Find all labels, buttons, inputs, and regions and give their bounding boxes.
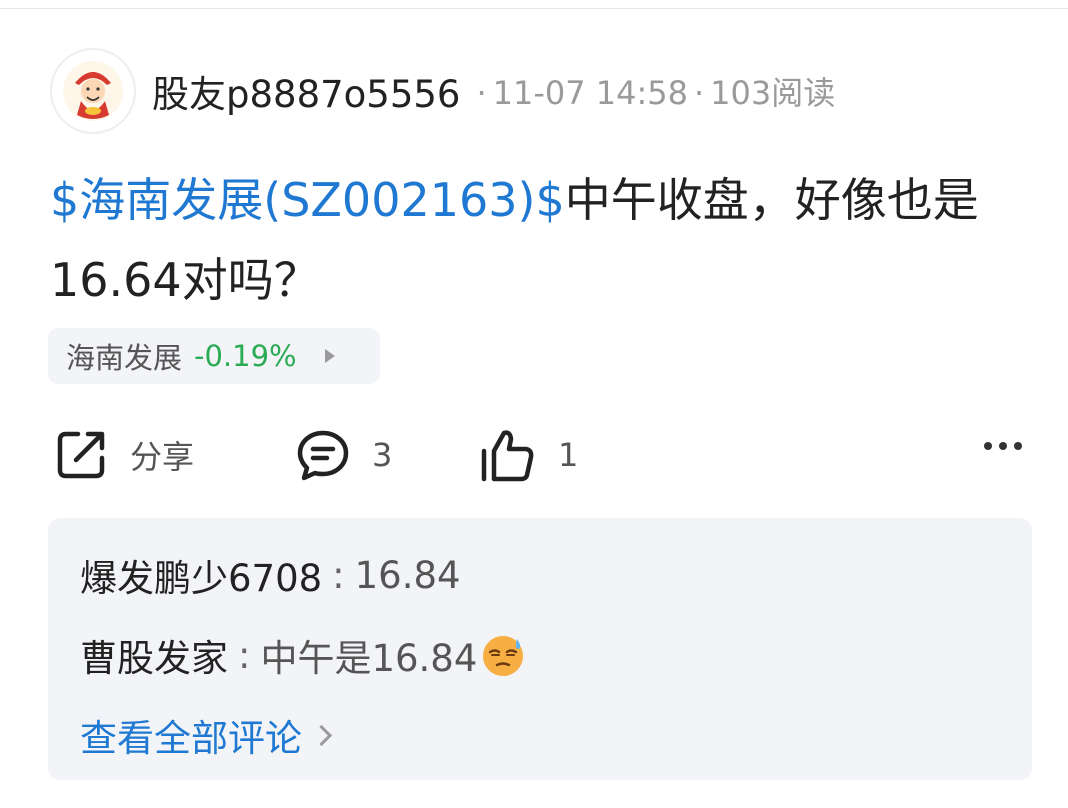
god-of-wealth-avatar-icon bbox=[63, 61, 123, 121]
comments-panel: 爆发鹏少6708:16.84 曹股发家: 中午是16.84 查看全部评论 bbox=[48, 518, 1032, 780]
more-dot-icon bbox=[1014, 442, 1022, 450]
comment-author[interactable]: 曹股发家 bbox=[80, 628, 228, 682]
view-all-comments-label: 查看全部评论 bbox=[80, 717, 302, 760]
share-icon bbox=[57, 431, 105, 479]
share-button[interactable]: 分享 bbox=[54, 420, 194, 490]
comment-text: 16.84 bbox=[354, 553, 461, 597]
post-time: 11-07 14:58 bbox=[492, 74, 688, 112]
top-divider bbox=[0, 0, 1068, 9]
like-count: 1 bbox=[558, 436, 579, 474]
share-label: 分享 bbox=[130, 438, 195, 476]
thumbs-up-icon bbox=[481, 430, 534, 482]
comment-count: 3 bbox=[372, 436, 393, 474]
post-content: $海南发展(SZ002163)$中午收盘，好像也是16.64对吗？ bbox=[50, 160, 1040, 320]
avatar[interactable] bbox=[50, 48, 136, 134]
read-count: 103阅读 bbox=[710, 74, 836, 112]
comment-button[interactable]: 3 bbox=[296, 420, 392, 490]
action-bar: 分享 3 1 bbox=[50, 420, 1040, 490]
comment-item[interactable]: 爆发鹏少6708:16.84 bbox=[80, 548, 461, 602]
play-arrow-icon bbox=[324, 349, 335, 363]
post-header: 股友p8887o5556 · 11-07 14:58 · 103阅读 bbox=[50, 46, 1040, 136]
sweating-emoji-icon bbox=[483, 636, 524, 676]
stock-chip-name: 海南发展 bbox=[66, 341, 183, 375]
author-name[interactable]: 股友p8887o5556 bbox=[152, 64, 460, 118]
more-dot-icon bbox=[999, 442, 1007, 450]
comment-item[interactable]: 曹股发家: 中午是16.84 bbox=[80, 628, 527, 682]
more-options-button[interactable] bbox=[984, 442, 1022, 450]
chevron-right-icon bbox=[310, 724, 333, 746]
like-button[interactable]: 1 bbox=[480, 420, 578, 490]
stock-chip-change: -0.19% bbox=[194, 339, 297, 373]
stock-chip[interactable]: 海南发展 -0.19% bbox=[48, 328, 380, 384]
view-all-comments-link[interactable]: 查看全部评论 bbox=[80, 708, 333, 762]
comment-text: 中午是16.84 bbox=[260, 637, 478, 680]
more-dot-icon bbox=[984, 442, 992, 450]
comment-bubble-icon bbox=[297, 430, 349, 481]
comment-author[interactable]: 爆发鹏少6708 bbox=[80, 548, 322, 602]
stock-tag-link[interactable]: $海南发展(SZ002163)$ bbox=[50, 173, 565, 227]
post-meta: · 11-07 14:58 · 103阅读 bbox=[476, 74, 836, 112]
